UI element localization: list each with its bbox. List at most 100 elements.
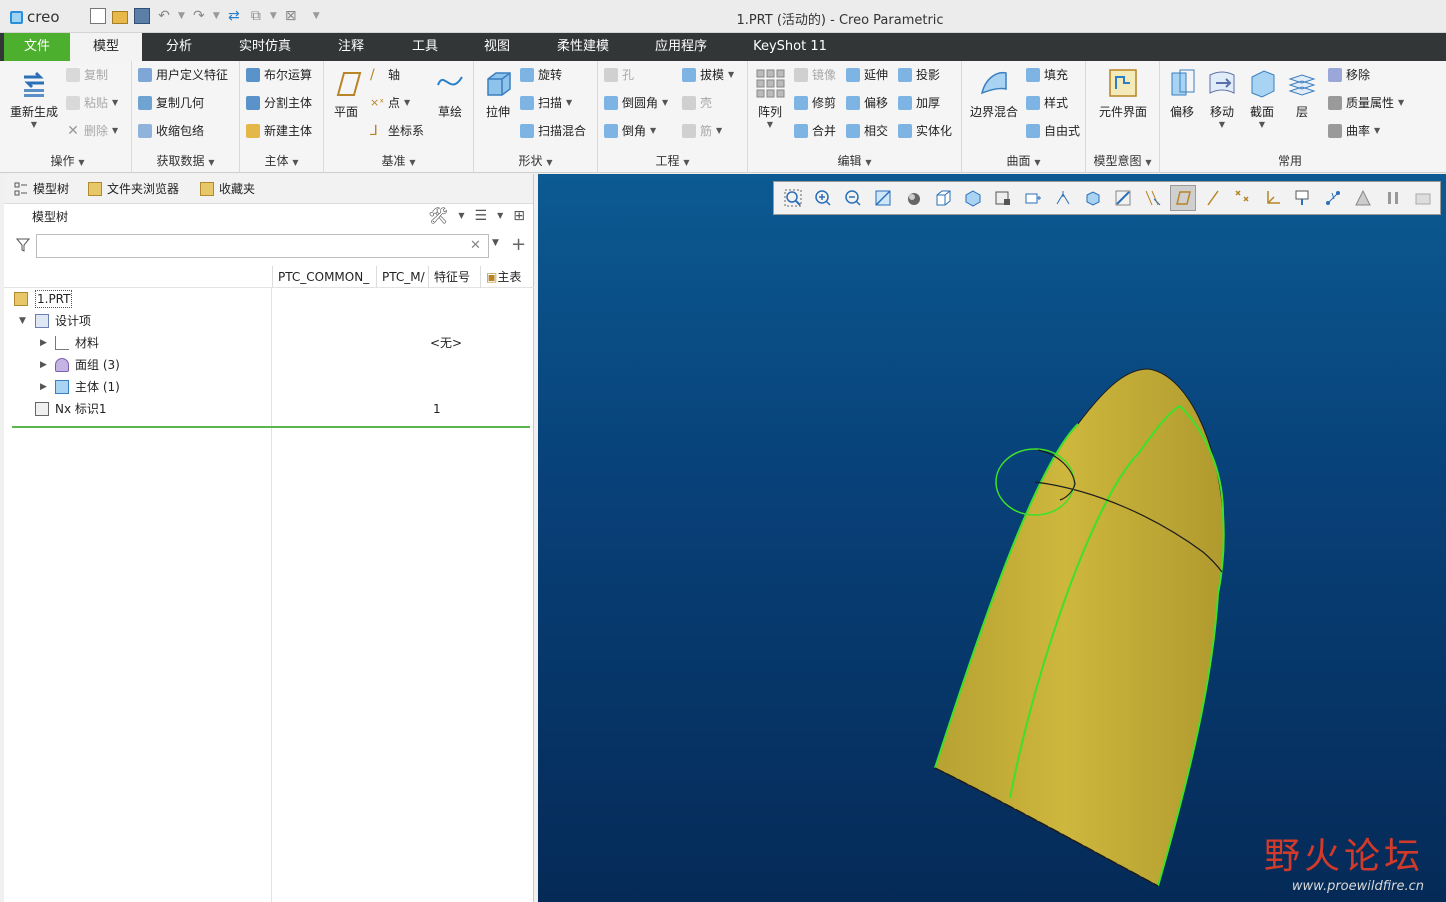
tree-filters-icon[interactable]: ⊞ — [513, 208, 525, 224]
new-body-button[interactable]: 新建主体 — [246, 121, 312, 141]
regenerate-dropdown-icon[interactable]: ▼ — [4, 120, 64, 129]
tree-row-nx-id[interactable]: Nx 标识1 1 — [4, 398, 534, 420]
column-feature-number[interactable]: 特征号 — [428, 266, 480, 288]
udf-button[interactable]: 用户定义特征 — [138, 65, 228, 85]
section-dropdown-icon[interactable]: ▼ — [1232, 120, 1292, 129]
tab-view[interactable]: 视图 — [464, 33, 530, 61]
intersect-button[interactable]: 相交 — [846, 121, 888, 141]
settings-tools-icon[interactable]: 🛠 — [428, 206, 448, 225]
group-body-dropdown-icon[interactable]: ▼ — [292, 158, 298, 167]
show-list-icon[interactable]: ☰ — [475, 208, 488, 224]
tab-file[interactable]: 文件 — [4, 33, 70, 61]
group-surfaces-title[interactable]: 曲面 ▼ — [962, 152, 1085, 169]
graphics-viewport[interactable]: 野火论坛 www.proewildfire.cn — [538, 174, 1446, 902]
column-ptc-m[interactable]: PTC_M/ — [376, 266, 428, 288]
draft-dropdown-icon[interactable]: ▼ — [728, 65, 734, 85]
tree-row-quilts[interactable]: ▶ 面组 (3) — [4, 354, 534, 376]
delete-button[interactable]: ✕ 删除 ▼ — [66, 121, 118, 141]
group-operations-dropdown-icon[interactable]: ▼ — [78, 158, 84, 167]
hole-button[interactable]: 孔 — [604, 65, 634, 85]
tree-search-input[interactable] — [36, 234, 489, 258]
tab-tools[interactable]: 工具 — [392, 33, 458, 61]
insert-here-indicator[interactable] — [12, 426, 530, 428]
clear-search-icon[interactable]: ✕ — [470, 238, 481, 253]
group-shapes-title[interactable]: 形状 ▼ — [474, 152, 597, 169]
layer-button[interactable]: 层 — [1272, 67, 1332, 120]
tab-applications[interactable]: 应用程序 — [640, 33, 722, 61]
tab-flexible-modeling[interactable]: 柔性建模 — [542, 33, 624, 61]
point-dropdown-icon[interactable]: ▼ — [404, 93, 410, 113]
solidify-button[interactable]: 实体化 — [898, 121, 952, 141]
expand-icon[interactable]: ▶ — [40, 354, 47, 376]
pattern-dropdown-icon[interactable]: ▼ — [740, 120, 800, 129]
mass-properties-button[interactable]: 质量属性 ▼ — [1328, 93, 1404, 113]
shell-button[interactable]: 壳 — [682, 93, 712, 113]
rib-button[interactable]: 筋 ▼ — [682, 121, 722, 141]
expand-icon[interactable]: ▶ — [40, 332, 47, 354]
add-search-icon[interactable]: + — [511, 234, 526, 255]
group-editing-title[interactable]: 编辑 ▼ — [748, 152, 961, 169]
tab-live-simulation[interactable]: 实时仿真 — [226, 33, 304, 61]
column-ptc-common[interactable]: PTC_COMMON_ — [272, 266, 376, 288]
trim-button[interactable]: 修剪 — [794, 93, 836, 113]
curvature-button[interactable]: 曲率 ▼ — [1328, 121, 1380, 141]
curvature-dropdown-icon[interactable]: ▼ — [1374, 121, 1380, 141]
group-datum-dropdown-icon[interactable]: ▼ — [409, 158, 415, 167]
mass-properties-dropdown-icon[interactable]: ▼ — [1398, 93, 1404, 113]
round-dropdown-icon[interactable]: ▼ — [662, 93, 668, 113]
swept-blend-button[interactable]: 扫描混合 — [520, 121, 586, 141]
draft-button[interactable]: 拔模 ▼ — [682, 65, 734, 85]
tree-row-material[interactable]: ▶ 材料 <无> — [4, 332, 534, 354]
group-datum-title[interactable]: 基准 ▼ — [324, 152, 473, 169]
shrinkwrap-button[interactable]: 收缩包络 — [138, 121, 204, 141]
tab-folder-browser[interactable]: 文件夹浏览器 — [88, 180, 179, 197]
group-engineering-title[interactable]: 工程 ▼ — [598, 152, 747, 169]
offset-button[interactable]: 偏移 — [846, 93, 888, 113]
project-button[interactable]: 投影 — [898, 65, 940, 85]
group-surfaces-dropdown-icon[interactable]: ▼ — [1034, 158, 1040, 167]
csys-button[interactable]: ⅃ 坐标系 — [370, 121, 424, 141]
delete-dropdown-icon[interactable]: ▼ — [112, 121, 118, 141]
search-dropdown-icon[interactable]: ▼ — [492, 238, 499, 248]
chamfer-button[interactable]: 倒角 ▼ — [604, 121, 656, 141]
mirror-button[interactable]: 镜像 — [794, 65, 836, 85]
settings-dropdown-icon[interactable]: ▼ — [458, 211, 464, 220]
point-button[interactable]: ×ˣ 点 ▼ — [370, 93, 410, 113]
group-get-data-dropdown-icon[interactable]: ▼ — [208, 158, 214, 167]
pattern-button[interactable]: 阵列 ▼ — [740, 67, 800, 129]
group-model-intent-dropdown-icon[interactable]: ▼ — [1145, 158, 1151, 167]
tree-row-bodies[interactable]: ▶ 主体 (1) — [4, 376, 534, 398]
chamfer-dropdown-icon[interactable]: ▼ — [650, 121, 656, 141]
filter-icon[interactable] — [15, 238, 31, 252]
rib-dropdown-icon[interactable]: ▼ — [716, 121, 722, 141]
tab-favorites[interactable]: 收藏夹 — [200, 180, 255, 197]
group-operations-title[interactable]: 操作 ▼ — [4, 152, 131, 169]
paste-button[interactable]: 粘贴 ▼ — [66, 93, 118, 113]
sweep-dropdown-icon[interactable]: ▼ — [566, 93, 572, 113]
paste-dropdown-icon[interactable]: ▼ — [112, 93, 118, 113]
tree-row-part[interactable]: 1.PRT — [4, 288, 534, 310]
extrude-button[interactable]: 拉伸 — [468, 67, 528, 120]
revolve-button[interactable]: 旋转 — [520, 65, 562, 85]
group-get-data-title[interactable]: 获取数据 ▼ — [132, 152, 239, 169]
group-editing-dropdown-icon[interactable]: ▼ — [865, 158, 871, 167]
tree-row-design-items[interactable]: ▼ 设计项 — [4, 310, 534, 332]
collapse-icon[interactable]: ▼ — [19, 310, 26, 332]
fill-button[interactable]: 填充 — [1026, 65, 1068, 85]
round-button[interactable]: 倒圆角 ▼ — [604, 93, 668, 113]
boundary-blend-button[interactable]: 边界混合 — [964, 67, 1024, 120]
show-dropdown-icon[interactable]: ▼ — [497, 211, 503, 220]
surface-quilt[interactable] — [934, 368, 1225, 887]
column-master-table[interactable]: ▣主表 — [480, 266, 534, 288]
tab-analysis[interactable]: 分析 — [146, 33, 212, 61]
model-geometry[interactable] — [538, 174, 1446, 902]
remove-button[interactable]: 移除 — [1328, 65, 1370, 85]
plane-button[interactable]: 平面 — [316, 67, 376, 120]
tab-model[interactable]: 模型 — [70, 33, 142, 61]
group-model-intent-title[interactable]: 模型意图 ▼ — [1086, 152, 1159, 169]
group-body-title[interactable]: 主体 ▼ — [240, 152, 323, 169]
group-engineering-dropdown-icon[interactable]: ▼ — [683, 158, 689, 167]
split-body-button[interactable]: 分割主体 — [246, 93, 312, 113]
style-button[interactable]: 样式 — [1026, 93, 1068, 113]
axis-button[interactable]: / 轴 — [370, 65, 400, 85]
